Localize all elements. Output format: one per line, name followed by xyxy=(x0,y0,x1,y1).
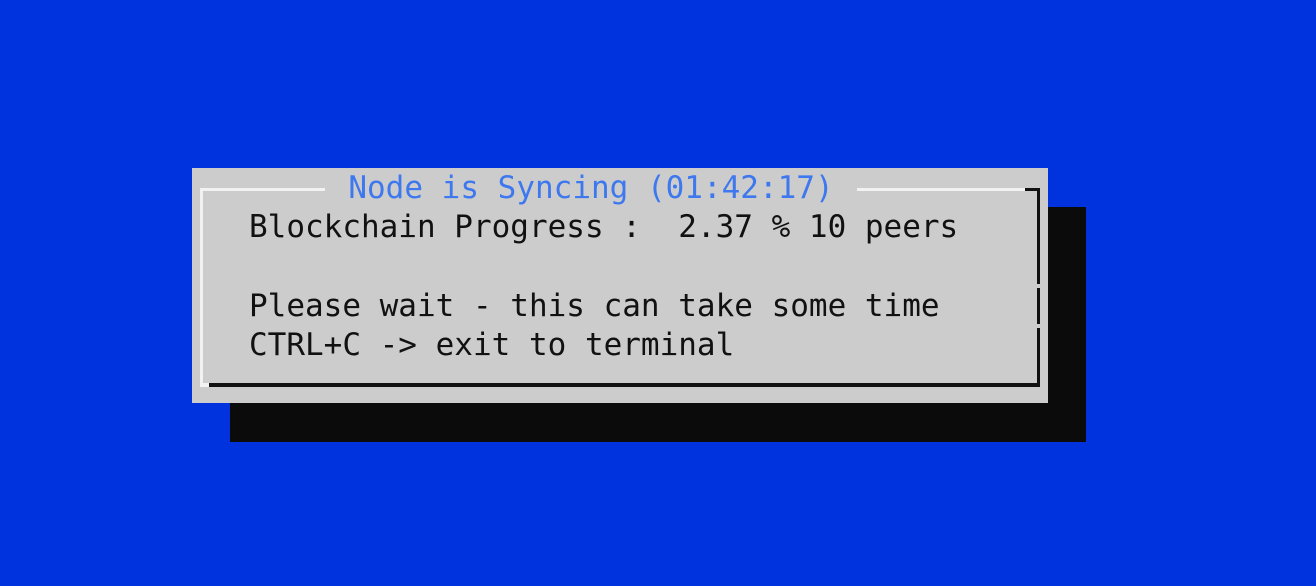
exit-hint-text: CTRL+C -> exit to terminal xyxy=(249,327,735,363)
frame-bottom-border xyxy=(209,383,1040,387)
wait-message-text: Please wait - this can take some time xyxy=(249,288,940,324)
dialog-title: Node is Syncing (01:42:17) xyxy=(326,168,856,208)
frame-right-gap xyxy=(1037,284,1040,288)
frame-bottom-left xyxy=(200,383,209,387)
frame-top-right xyxy=(857,188,1025,191)
blockchain-progress-text: Blockchain Progress : 2.37 % 10 peers xyxy=(249,209,959,245)
frame-left-border xyxy=(200,188,203,387)
frame-right-gap xyxy=(1037,324,1040,328)
frame-top-left xyxy=(200,188,325,191)
